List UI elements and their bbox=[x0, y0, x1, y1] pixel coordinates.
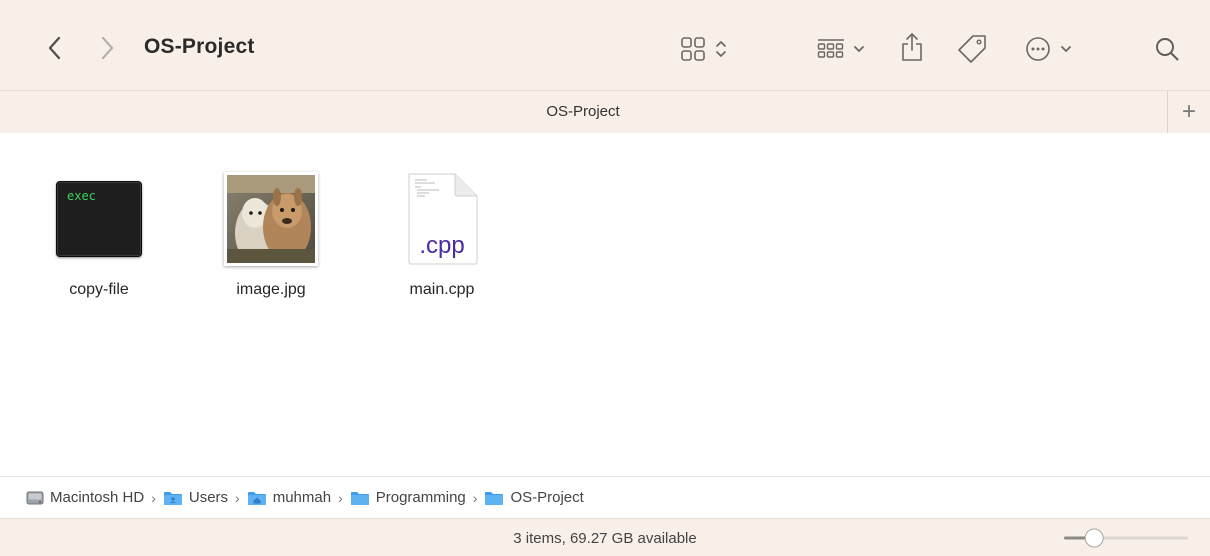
group-grid-icon bbox=[817, 39, 844, 58]
icon-size-slider[interactable] bbox=[1062, 528, 1190, 548]
file-item-main-cpp[interactable]: .cpp main.cpp bbox=[382, 171, 502, 299]
ellipsis-circle-icon bbox=[1026, 37, 1050, 61]
path-item-muhmah[interactable]: muhmah bbox=[247, 489, 331, 506]
tab-bar: OS-Project + bbox=[0, 90, 1210, 134]
users-folder-icon bbox=[163, 490, 183, 506]
finder-window: OS-Project OS-Project + exec copy-file i… bbox=[0, 0, 1210, 556]
forward-button[interactable] bbox=[94, 32, 122, 64]
path-bar: Macintosh HD › Users › muhmah › Programm… bbox=[0, 476, 1210, 518]
file-item-image[interactable]: image.jpg bbox=[211, 171, 331, 299]
file-name: image.jpg bbox=[236, 281, 306, 298]
file-name: copy-file bbox=[69, 281, 129, 298]
back-button[interactable] bbox=[40, 32, 68, 64]
share-button[interactable] bbox=[897, 30, 927, 64]
toolbar: OS-Project bbox=[0, 0, 1210, 90]
search-icon bbox=[1156, 38, 1179, 61]
view-mode-button[interactable] bbox=[676, 34, 732, 64]
share-icon bbox=[902, 33, 922, 61]
icon-view-icon bbox=[681, 37, 705, 61]
slider-knob bbox=[1084, 528, 1104, 548]
chevron-right-icon bbox=[101, 36, 114, 60]
path-item-macintosh-hd[interactable]: Macintosh HD bbox=[26, 489, 144, 506]
executable-icon: exec bbox=[56, 181, 142, 257]
cpp-document-icon: .cpp bbox=[405, 172, 479, 266]
home-folder-icon bbox=[247, 490, 267, 506]
path-separator: › bbox=[338, 489, 343, 506]
hard-drive-icon bbox=[26, 490, 44, 506]
chevron-left-icon bbox=[48, 36, 61, 60]
status-bar: 3 items, 69.27 GB available bbox=[0, 518, 1210, 556]
search-button[interactable] bbox=[1150, 33, 1184, 65]
window-title: OS-Project bbox=[144, 35, 255, 58]
image-thumbnail-icon bbox=[224, 172, 318, 266]
more-actions-button[interactable] bbox=[1018, 34, 1080, 64]
file-item-copy-file[interactable]: exec copy-file bbox=[39, 171, 159, 299]
path-item-users[interactable]: Users bbox=[163, 489, 228, 506]
group-button[interactable] bbox=[810, 34, 872, 64]
file-grid: exec copy-file image.jpg .cpp main.cpp bbox=[0, 133, 1210, 476]
folder-icon bbox=[484, 490, 504, 506]
tag-icon bbox=[958, 35, 986, 63]
up-down-chevron-icon bbox=[716, 41, 726, 57]
path-item-os-project[interactable]: OS-Project bbox=[484, 489, 584, 506]
path-separator: › bbox=[151, 489, 156, 506]
tab-os-project[interactable]: OS-Project bbox=[0, 103, 1166, 120]
status-text: 3 items, 69.27 GB available bbox=[513, 530, 697, 547]
path-item-programming[interactable]: Programming bbox=[350, 489, 466, 506]
folder-icon bbox=[350, 490, 370, 506]
chevron-down-icon bbox=[854, 46, 864, 52]
file-name: main.cpp bbox=[409, 281, 475, 298]
path-separator: › bbox=[235, 489, 240, 506]
path-separator: › bbox=[472, 489, 478, 506]
new-tab-button[interactable]: + bbox=[1167, 91, 1210, 133]
tag-button[interactable] bbox=[955, 32, 989, 66]
chevron-down-icon bbox=[1061, 46, 1071, 52]
